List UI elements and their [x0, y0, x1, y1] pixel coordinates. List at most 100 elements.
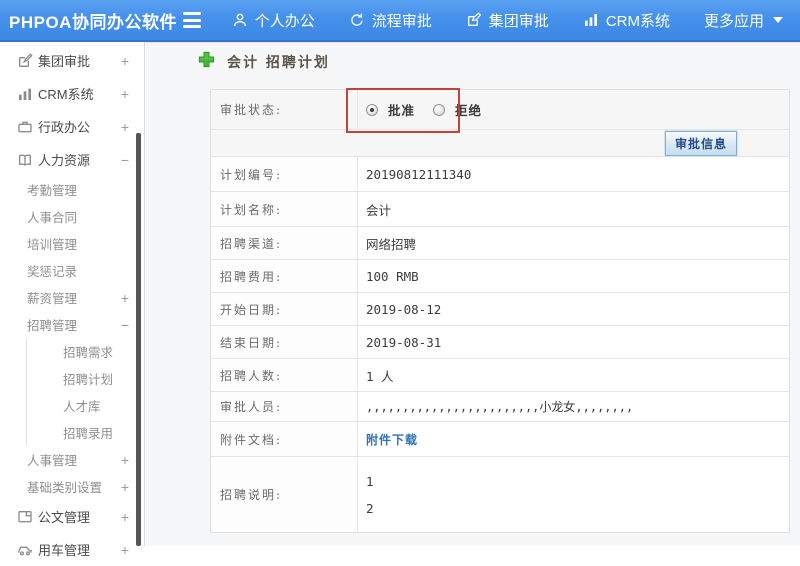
hr-submenu: 考勤管理 人事合同 培训管理 奖惩记录 薪资管理 + 招聘管理 − 招聘需求 招… — [0, 176, 144, 500]
plus-icon — [198, 51, 215, 72]
sidebar-item-training[interactable]: 培训管理 — [0, 230, 144, 257]
table-row-attachment: 附件文档: 附件下载 — [211, 422, 789, 457]
description-line: 2 — [366, 501, 374, 516]
top-nav: 个人办公 流程审批 集团审批 CRM系统 更多应用 — [215, 10, 800, 31]
sidebar-item-personnel[interactable]: 人事管理 + — [0, 446, 144, 473]
field-value: 20190812111340 — [358, 157, 789, 191]
expand-icon[interactable]: + — [121, 509, 129, 525]
sidebar-item-admin-office[interactable]: 行政办公 + — [0, 110, 144, 143]
sidebar-item-talent-pool[interactable]: 人才库 — [26, 392, 144, 419]
sidebar-item-rewards[interactable]: 奖惩记录 — [0, 257, 144, 284]
sidebar-item-hr-contract[interactable]: 人事合同 — [0, 203, 144, 230]
sidebar-item-group-approval[interactable]: 集团审批 + — [0, 44, 144, 77]
approval-radio-group: 批准 拒绝 — [366, 100, 490, 119]
person-icon — [232, 12, 248, 28]
field-label: 附件文档: — [211, 422, 358, 456]
main-content: 会计 招聘计划 审批状态: 批准 拒绝 审批信息 计划编号: 201908121… — [146, 42, 800, 546]
field-value: 100 RMB — [358, 260, 789, 292]
field-value: 1 2 — [358, 457, 789, 532]
table-row-end-date: 结束日期: 2019-08-31 — [211, 326, 789, 359]
nav-more-apps[interactable]: 更多应用 — [687, 10, 800, 31]
field-value: 1 人 — [358, 359, 789, 391]
sidebar-item-recruitment-hiring[interactable]: 招聘录用 — [26, 419, 144, 446]
sidebar-item-official-docs[interactable]: 公文管理 + — [0, 500, 144, 533]
field-label: 招聘人数: — [211, 359, 358, 391]
table-row-plan-number: 计划编号: 20190812111340 — [211, 157, 789, 192]
collapse-icon[interactable]: − — [121, 317, 129, 333]
radio-reject[interactable] — [433, 104, 445, 116]
sidebar-scrollbar[interactable] — [136, 133, 141, 546]
radio-approve[interactable] — [366, 104, 378, 116]
field-label: 结束日期: — [211, 326, 358, 358]
recruitment-submenu: 招聘需求 招聘计划 人才库 招聘录用 — [0, 338, 144, 446]
field-label: 招聘渠道: — [211, 227, 358, 259]
attachment-download-link[interactable]: 附件下载 — [366, 431, 418, 448]
car-icon — [17, 542, 34, 558]
field-label: 招聘说明: — [211, 457, 358, 532]
radio-reject-label: 拒绝 — [455, 100, 482, 119]
sidebar-item-salary[interactable]: 薪资管理 + — [0, 284, 144, 311]
expand-icon[interactable]: + — [121, 452, 129, 468]
table-row-cost: 招聘费用: 100 RMB — [211, 260, 789, 293]
field-value: 批准 拒绝 — [358, 90, 789, 129]
expand-icon[interactable]: + — [121, 479, 129, 495]
book-icon — [17, 152, 34, 168]
table-row-button: 审批信息 — [211, 130, 789, 157]
sidebar-item-recruitment[interactable]: 招聘管理 − — [0, 311, 144, 338]
edit-square-icon — [466, 12, 482, 28]
sidebar-item-crm-system[interactable]: CRM系统 + — [0, 77, 144, 110]
expand-icon[interactable]: + — [121, 542, 129, 558]
sidebar-item-attendance[interactable]: 考勤管理 — [0, 176, 144, 203]
recruitment-plan-form: 审批状态: 批准 拒绝 审批信息 计划编号: 20190812111340 计划… — [210, 89, 790, 533]
hamburger-menu-icon[interactable] — [183, 12, 201, 28]
sidebar-item-base-category[interactable]: 基础类别设置 + — [0, 473, 144, 500]
nav-process-approval[interactable]: 流程审批 — [332, 10, 449, 31]
radio-approve-label: 批准 — [388, 100, 415, 119]
page-header: 会计 招聘计划 — [198, 51, 330, 72]
briefcase-icon — [17, 119, 34, 135]
top-navigation-bar: PHPOA协同办公软件 个人办公 流程审批 集团审批 CRM系统 — [0, 0, 800, 42]
field-label: 审批人员: — [211, 392, 358, 421]
description-line: 1 — [366, 474, 374, 489]
field-value: 2019-08-31 — [358, 326, 789, 358]
document-icon — [17, 509, 34, 525]
bar-chart-icon — [583, 12, 599, 28]
nav-label: 更多应用 — [704, 10, 764, 31]
table-row-headcount: 招聘人数: 1 人 — [211, 359, 789, 392]
table-row-start-date: 开始日期: 2019-08-12 — [211, 293, 789, 326]
app-logo: PHPOA协同办公软件 — [0, 8, 177, 33]
nav-personal-office[interactable]: 个人办公 — [215, 10, 332, 31]
field-value: ,,,,,,,,,,,,,,,,,,,,,,,,小龙女,,,,,,,, — [358, 392, 789, 421]
nav-crm-system[interactable]: CRM系统 — [566, 10, 687, 31]
table-row-description: 招聘说明: 1 2 — [211, 457, 789, 532]
expand-icon[interactable]: + — [121, 119, 129, 135]
field-value: 会计 — [358, 192, 789, 226]
table-row-approval-status: 审批状态: 批准 拒绝 — [211, 90, 789, 130]
sidebar-item-recruitment-plan[interactable]: 招聘计划 — [26, 365, 144, 392]
table-row-approvers: 审批人员: ,,,,,,,,,,,,,,,,,,,,,,,,小龙女,,,,,,,… — [211, 392, 789, 422]
table-row-plan-name: 计划名称: 会计 — [211, 192, 789, 227]
page-title: 会计 招聘计划 — [227, 52, 330, 72]
table-row-channel: 招聘渠道: 网络招聘 — [211, 227, 789, 260]
field-label: 计划名称: — [211, 192, 358, 226]
nav-label: CRM系统 — [606, 10, 670, 31]
sidebar-item-human-resources[interactable]: 人力资源 − — [0, 143, 144, 176]
approval-info-button[interactable]: 审批信息 — [665, 131, 737, 156]
collapse-icon[interactable]: − — [121, 152, 129, 168]
field-value: 附件下载 — [358, 422, 789, 456]
bar-chart-icon — [17, 86, 34, 102]
sidebar: 集团审批 + CRM系统 + 行政办公 + 人力资源 − 考勤管理 人事合同 培… — [0, 42, 145, 546]
field-label: 审批状态: — [211, 90, 358, 129]
field-label: 计划编号: — [211, 157, 358, 191]
sidebar-item-recruitment-needs[interactable]: 招聘需求 — [26, 338, 144, 365]
field-value: 网络招聘 — [358, 227, 789, 259]
nav-group-approval[interactable]: 集团审批 — [449, 10, 566, 31]
sidebar-item-vehicle[interactable]: 用车管理 + — [0, 533, 144, 566]
expand-icon[interactable]: + — [121, 53, 129, 69]
process-cycle-icon — [349, 12, 365, 28]
expand-icon[interactable]: + — [121, 290, 129, 306]
nav-label: 集团审批 — [489, 10, 549, 31]
expand-icon[interactable]: + — [121, 86, 129, 102]
field-label: 招聘费用: — [211, 260, 358, 292]
field-value: 2019-08-12 — [358, 293, 789, 325]
